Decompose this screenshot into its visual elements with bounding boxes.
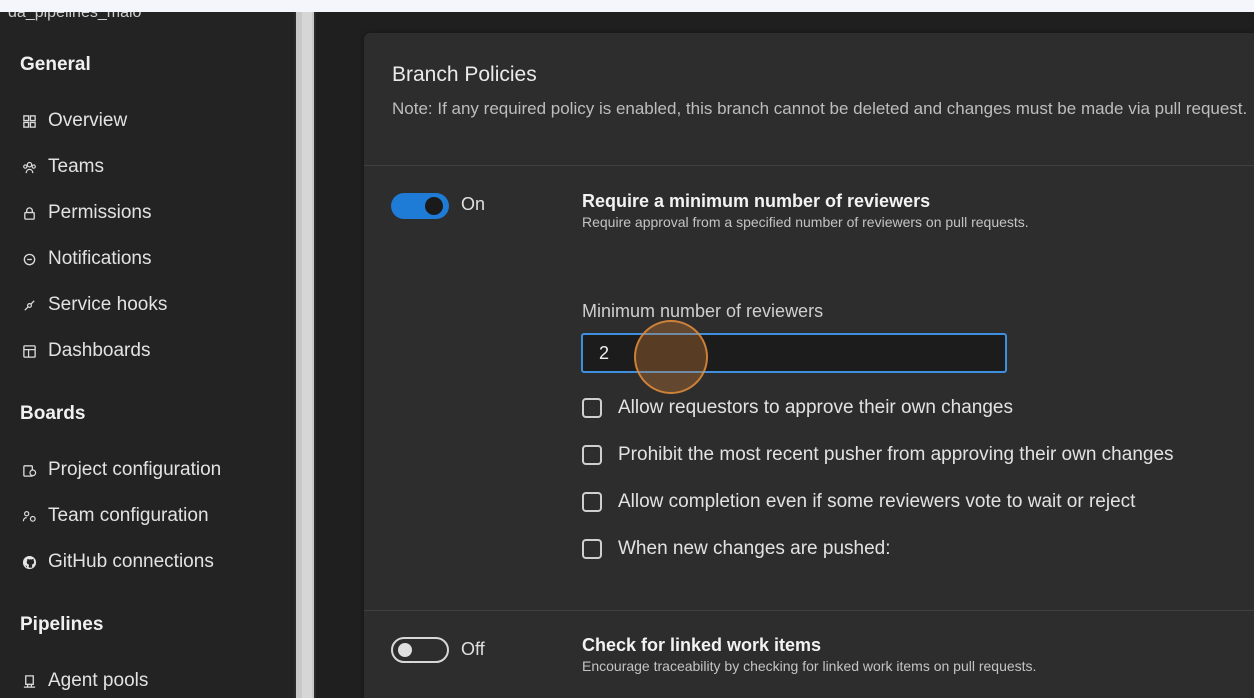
main-content: Branch Policies Note: If any required po…	[316, 12, 1254, 698]
agent-pools-icon	[20, 672, 38, 690]
sidebar-item-label: Notifications	[48, 248, 152, 269]
dashboards-icon	[20, 342, 38, 360]
sidebar-item-agent-pools[interactable]: Agent pools	[20, 668, 148, 694]
min-reviewers-input[interactable]	[581, 333, 1007, 373]
min-reviewers-title: Require a minimum number of reviewers	[582, 191, 931, 211]
sidebar-item-label: Permissions	[48, 202, 152, 223]
min-reviewers-toggle-label: On	[461, 194, 486, 214]
option-allow-completion-wait-reject[interactable]: Allow completion even if some reviewers …	[582, 491, 1135, 513]
sidebar-item-label: Project configuration	[48, 459, 222, 480]
toggle-knob	[398, 643, 412, 657]
min-reviewers-field-label: Minimum number of reviewers	[582, 301, 824, 321]
settings-sidebar: da_pipelines_malo General Overview Teams…	[0, 12, 294, 698]
divider	[364, 610, 1254, 611]
sidebar-scrollbar[interactable]	[294, 12, 316, 698]
sidebar-item-label: Overview	[48, 110, 128, 131]
github-icon	[20, 553, 38, 571]
sidebar-item-project-configuration[interactable]: Project configuration	[20, 457, 221, 483]
option-prohibit-recent-pusher[interactable]: Prohibit the most recent pusher from app…	[582, 444, 1174, 466]
teams-icon	[20, 158, 38, 176]
option-label: Prohibit the most recent pusher from app…	[618, 444, 1174, 465]
sidebar-item-dashboards[interactable]: Dashboards	[20, 338, 150, 364]
sidebar-item-label: Team configuration	[48, 505, 209, 526]
min-reviewers-description: Require approval from a specified number…	[582, 214, 1029, 230]
app-frame: da_pipelines_malo General Overview Teams…	[0, 12, 1254, 698]
lock-icon	[20, 204, 38, 222]
sidebar-scrollbar-track	[302, 12, 312, 698]
checkbox[interactable]	[582, 492, 602, 512]
sidebar-item-permissions[interactable]: Permissions	[20, 200, 151, 226]
linked-work-items-description: Encourage traceability by checking for l…	[582, 658, 1037, 674]
sidebar-item-service-hooks[interactable]: Service hooks	[20, 292, 167, 318]
overview-icon	[20, 112, 38, 130]
linked-work-items-title: Check for linked work items	[582, 635, 822, 655]
branch-policies-panel: Branch Policies Note: If any required po…	[364, 33, 1254, 698]
service-hooks-icon	[20, 296, 38, 314]
min-reviewers-toggle[interactable]	[391, 193, 449, 219]
sidebar-item-github-connections[interactable]: GitHub connections	[20, 549, 214, 575]
sidebar-item-label: Dashboards	[48, 340, 151, 361]
divider	[364, 165, 1254, 166]
project-name[interactable]: da_pipelines_malo	[8, 12, 141, 22]
section-pipelines: Pipelines	[20, 614, 104, 635]
sidebar-item-label: Service hooks	[48, 294, 168, 315]
team-configuration-icon	[20, 507, 38, 525]
checkbox[interactable]	[582, 398, 602, 418]
sidebar-item-label: Agent pools	[48, 670, 149, 691]
toggle-knob	[425, 197, 443, 215]
checkbox[interactable]	[582, 445, 602, 465]
panel-title: Branch Policies	[392, 63, 537, 86]
option-label: Allow requestors to approve their own ch…	[618, 397, 1014, 418]
section-general: General	[20, 54, 91, 75]
sidebar-item-overview[interactable]: Overview	[20, 108, 127, 134]
sidebar-item-label: Teams	[48, 156, 104, 177]
sidebar-item-label: GitHub connections	[48, 551, 214, 572]
section-boards: Boards	[20, 403, 86, 424]
sidebar-item-teams[interactable]: Teams	[20, 154, 104, 180]
option-new-changes-pushed[interactable]: When new changes are pushed:	[582, 538, 891, 560]
linked-work-items-toggle[interactable]	[391, 637, 449, 663]
option-label: When new changes are pushed:	[618, 538, 891, 559]
option-label: Allow completion even if some reviewers …	[618, 491, 1136, 512]
linked-work-items-toggle-label: Off	[461, 639, 485, 659]
panel-note: Note: If any required policy is enabled,…	[392, 99, 1248, 118]
notifications-icon	[20, 250, 38, 268]
checkbox[interactable]	[582, 539, 602, 559]
project-configuration-icon	[20, 461, 38, 479]
sidebar-item-team-configuration[interactable]: Team configuration	[20, 503, 209, 529]
option-allow-requestors-approve[interactable]: Allow requestors to approve their own ch…	[582, 397, 1013, 419]
sidebar-item-notifications[interactable]: Notifications	[20, 246, 152, 272]
